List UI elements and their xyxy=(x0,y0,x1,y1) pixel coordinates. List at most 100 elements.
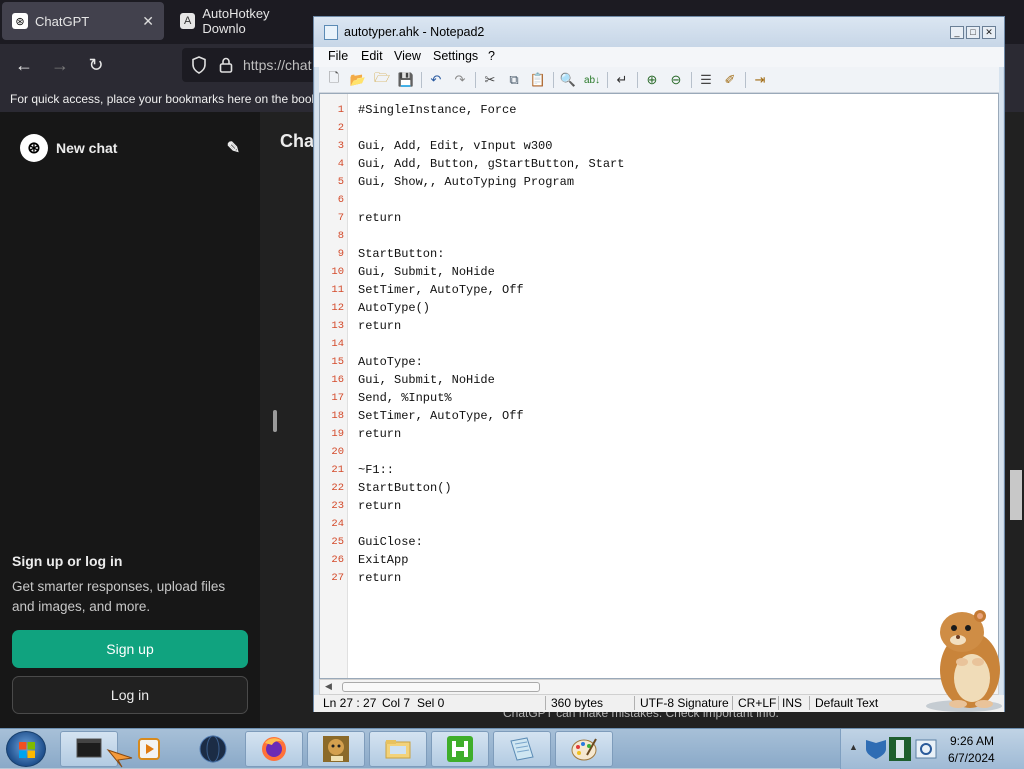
browse-icon[interactable]: 🗁 xyxy=(373,70,391,89)
menu-file[interactable]: File xyxy=(328,49,348,63)
sidebar-resize-handle[interactable] xyxy=(273,410,277,432)
status-encoding[interactable]: UTF-8 Signature xyxy=(640,696,729,710)
scroll-left-icon[interactable]: ◀ xyxy=(325,681,332,692)
firefox-icon xyxy=(262,737,286,761)
code-line[interactable]: AutoType: xyxy=(358,355,423,369)
menu-edit[interactable]: Edit xyxy=(361,49,383,63)
notepad-app-icon xyxy=(324,25,338,40)
clock-date[interactable]: 6/7/2024 xyxy=(948,751,995,765)
code-line[interactable]: SetTimer, AutoType, Off xyxy=(358,409,524,423)
copy-icon[interactable]: ⧉ xyxy=(505,71,523,89)
clock-time[interactable]: 9:26 AM xyxy=(950,734,994,748)
notepad2-app-icon xyxy=(510,737,534,761)
menu-view[interactable]: View xyxy=(394,49,421,63)
line-number: 23 xyxy=(331,500,344,512)
code-editor[interactable]: 1 2 3 4 5 6 7 8 9 10 11 12 13 14 15 16 17 18 19 20 21 22 23 24 2… xyxy=(319,93,999,679)
log-in-button[interactable]: Log in xyxy=(12,676,248,714)
scheme-icon[interactable]: ☰ xyxy=(697,71,715,89)
code-line[interactable]: Gui, Add, Edit, vInput w300 xyxy=(358,139,552,153)
taskbar-app-firefox[interactable] xyxy=(245,731,303,767)
code-line[interactable]: return xyxy=(358,319,401,333)
new-file-icon[interactable]: 🗋 xyxy=(325,70,343,89)
status-sel: Sel 0 xyxy=(417,696,445,710)
taskbar-app-box[interactable] xyxy=(307,731,365,767)
scrollbar-thumb[interactable] xyxy=(1010,470,1022,520)
status-eol[interactable]: CR+LF xyxy=(738,696,776,710)
paint-palette-icon xyxy=(571,738,597,761)
menu-help[interactable]: ? xyxy=(488,49,495,63)
tab-label: ChatGPT xyxy=(35,13,90,29)
new-chat-edit-icon[interactable]: ✎ xyxy=(227,138,240,158)
paste-icon[interactable]: 📋 xyxy=(529,71,547,89)
code-line[interactable]: return xyxy=(358,211,401,225)
word-wrap-icon[interactable]: ↵ xyxy=(613,71,631,89)
exit-icon[interactable]: ⇥ xyxy=(751,71,769,89)
zoom-in-icon[interactable]: ⊕ xyxy=(643,71,661,89)
back-arrow-icon[interactable]: ← xyxy=(12,53,36,77)
status-scheme[interactable]: Default Text xyxy=(815,696,878,710)
code-line[interactable]: GuiClose: xyxy=(358,535,423,549)
window-title: autotyper.ahk - Notepad2 xyxy=(344,25,485,39)
code-line[interactable]: Gui, Submit, NoHide xyxy=(358,373,495,387)
code-line[interactable]: #SingleInstance, Force xyxy=(358,103,516,117)
status-size: 360 bytes xyxy=(551,696,604,710)
zoom-out-icon[interactable]: ⊖ xyxy=(667,71,685,89)
code-line[interactable]: ~F1:: xyxy=(358,463,394,477)
redo-icon[interactable]: ↷ xyxy=(451,71,469,89)
undo-icon[interactable]: ↶ xyxy=(427,71,445,89)
tab-label: AutoHotkey Downlo xyxy=(202,6,270,36)
code-line[interactable]: StartButton: xyxy=(358,247,444,261)
menu-bar: File Edit View Settings ? xyxy=(314,47,1004,67)
code-line[interactable]: Gui, Add, Button, gStartButton, Start xyxy=(358,157,624,171)
taskbar-app-explorer[interactable] xyxy=(369,731,427,767)
close-icon[interactable]: ✕ xyxy=(982,26,996,39)
new-chat-label: New chat xyxy=(56,140,118,156)
sign-up-button[interactable]: Sign up xyxy=(12,630,248,668)
taskbar-app-notepad2[interactable] xyxy=(493,731,551,767)
window-titlebar[interactable]: autotyper.ahk - Notepad2 _ □ ✕ xyxy=(314,17,1004,47)
network-shield-icon[interactable] xyxy=(863,737,889,761)
close-tab-icon[interactable]: ✕ xyxy=(142,13,154,30)
scrollbar-thumb[interactable] xyxy=(342,682,540,692)
horizontal-scrollbar[interactable]: ◀ ▶ xyxy=(319,679,999,695)
save-icon[interactable]: 💾 xyxy=(397,71,415,89)
show-hidden-icons-icon[interactable]: ▲ xyxy=(849,742,858,752)
url-bar[interactable]: https://chat xyxy=(182,48,332,82)
new-chat-button[interactable]: ⊛ New chat ✎ xyxy=(20,134,246,162)
browser-scrollbar[interactable] xyxy=(1008,440,1024,540)
forward-arrow-icon[interactable]: → xyxy=(48,53,72,77)
replace-icon[interactable]: ab↓ xyxy=(583,71,601,89)
code-line[interactable]: return xyxy=(358,427,401,441)
tab-chatgpt[interactable]: ⊛ ChatGPT ✕ xyxy=(2,2,164,40)
code-line[interactable]: AutoType() xyxy=(358,301,430,315)
line-number: 26 xyxy=(331,554,344,566)
minimize-icon[interactable]: _ xyxy=(950,26,964,39)
status-ins[interactable]: INS xyxy=(782,696,802,710)
code-line[interactable]: StartButton() xyxy=(358,481,452,495)
mouse-cursor-icon xyxy=(106,748,133,768)
start-button[interactable] xyxy=(6,731,46,767)
code-line[interactable]: SetTimer, AutoType, Off xyxy=(358,283,524,297)
maximize-icon[interactable]: □ xyxy=(966,26,980,39)
code-line[interactable]: Gui, Show,, AutoTyping Program xyxy=(358,175,574,189)
tab-autohotkey[interactable]: A AutoHotkey Downlo xyxy=(170,2,312,40)
taskbar-app-autohotkey[interactable] xyxy=(431,731,489,767)
taskbar-app-globe[interactable] xyxy=(184,731,242,767)
code-line[interactable]: Send, %Input% xyxy=(358,391,452,405)
line-number: 13 xyxy=(331,320,344,332)
open-folder-icon[interactable]: 📂 xyxy=(349,71,367,89)
volume-network-icon[interactable] xyxy=(913,737,939,761)
code-line[interactable]: return xyxy=(358,571,401,585)
code-line[interactable]: Gui, Submit, NoHide xyxy=(358,265,495,279)
find-icon[interactable]: 🔍 xyxy=(559,71,577,89)
menu-settings[interactable]: Settings xyxy=(433,49,478,63)
app-tray-icon[interactable] xyxy=(887,735,913,763)
reload-icon[interactable]: ↻ xyxy=(84,53,108,77)
customize-scheme-icon[interactable]: ✐ xyxy=(721,71,739,89)
cut-icon[interactable]: ✂ xyxy=(481,71,499,89)
taskbar-app-paint[interactable] xyxy=(555,731,613,767)
code-line[interactable]: ExitApp xyxy=(358,553,408,567)
terminal-app-icon xyxy=(76,738,102,758)
line-number: 18 xyxy=(331,410,344,422)
code-line[interactable]: return xyxy=(358,499,401,513)
